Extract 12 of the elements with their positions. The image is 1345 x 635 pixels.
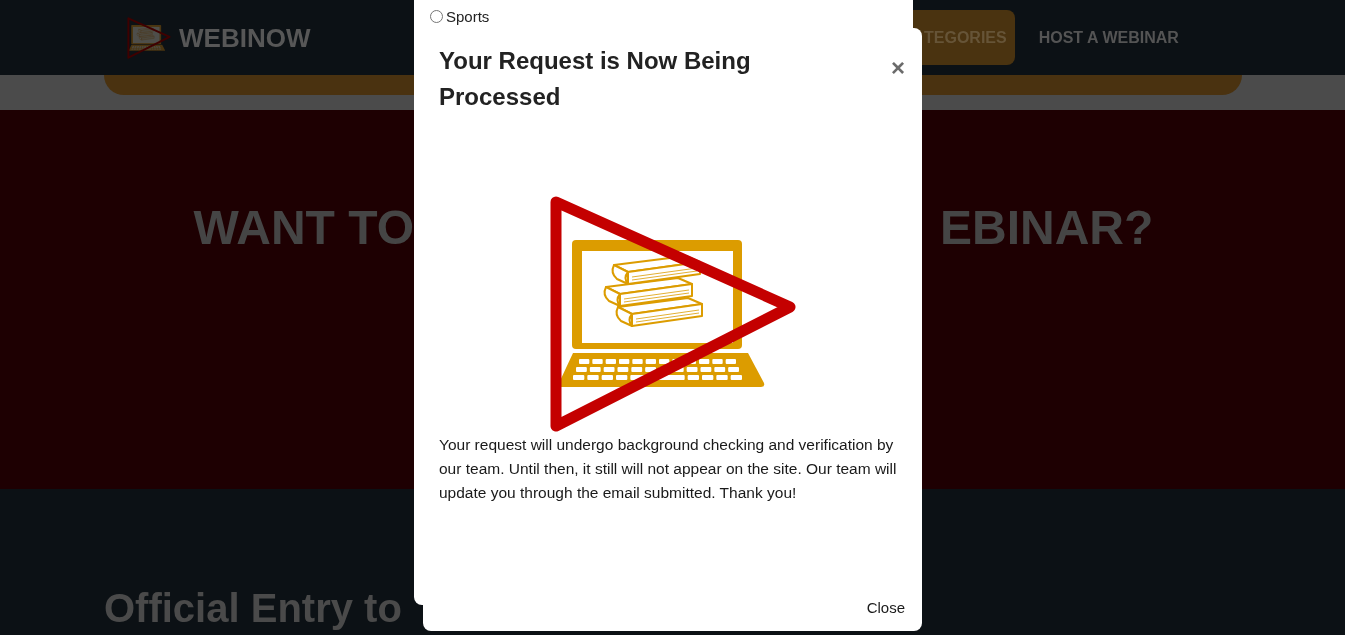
close-button[interactable]: Close <box>866 598 905 618</box>
option-label: Sports <box>446 9 490 24</box>
play-laptop-icon <box>127 15 171 60</box>
hero-heading: EBINAR? <box>940 204 1154 252</box>
radio-button[interactable] <box>430 10 443 23</box>
section-heading: Official Entry to <box>104 588 402 628</box>
dialog-message: Your request will undergo background checking and verification by our team. Until then, it still will not appear on the site. Our team will update you through the email submitted. Thank you! <box>439 435 898 503</box>
close-button[interactable]: × <box>891 56 905 80</box>
site-name[interactable]: WEBINOW <box>179 24 311 51</box>
dialog-title: Your Request is Now Being Processed <box>439 46 752 112</box>
nav-tab[interactable]: HOST A WEBINAR <box>1038 25 1179 50</box>
hero-heading: WANT TO <box>193 204 414 252</box>
